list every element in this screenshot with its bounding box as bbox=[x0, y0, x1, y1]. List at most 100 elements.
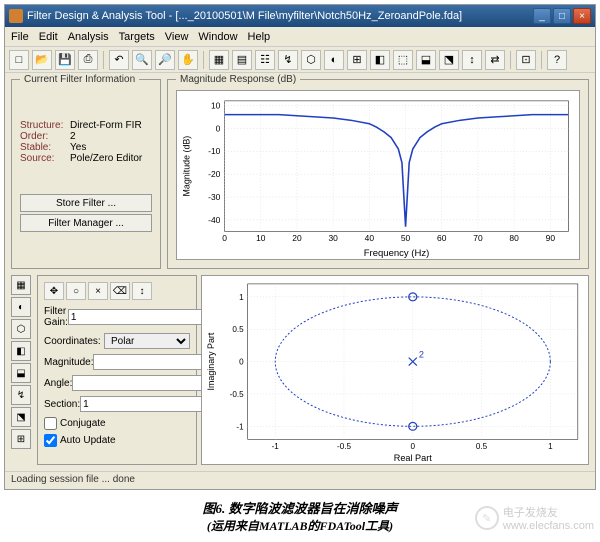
tool-icon[interactable]: ⬔ bbox=[439, 50, 459, 70]
pz-tool-icon[interactable]: × bbox=[88, 282, 108, 300]
tool-icon[interactable]: ⬡ bbox=[301, 50, 321, 70]
svg-text:20: 20 bbox=[292, 234, 302, 243]
pz-tool-icon[interactable]: ↕ bbox=[132, 282, 152, 300]
pz-tool-icon[interactable]: ✥ bbox=[44, 282, 64, 300]
sidebar-btn[interactable]: ⬓ bbox=[11, 363, 31, 383]
svg-text:0: 0 bbox=[411, 442, 416, 451]
svg-text:1: 1 bbox=[239, 293, 244, 302]
pan-icon[interactable]: ✋ bbox=[178, 50, 198, 70]
angle-input[interactable] bbox=[72, 375, 210, 391]
undo-icon[interactable]: ↶ bbox=[109, 50, 129, 70]
sidebar-btn[interactable]: ⬡ bbox=[11, 319, 31, 339]
tool-icon[interactable]: ◐ bbox=[324, 50, 344, 70]
svg-text:-40: -40 bbox=[208, 216, 221, 225]
coordinates-select[interactable]: Polar bbox=[104, 333, 190, 349]
sidebar-btn[interactable]: ◐ bbox=[11, 297, 31, 317]
svg-text:Real Part: Real Part bbox=[394, 453, 433, 463]
tool-icon[interactable]: ⬓ bbox=[416, 50, 436, 70]
svg-text:Imaginary Part: Imaginary Part bbox=[206, 332, 216, 390]
pz-tool-icon[interactable]: ⌫ bbox=[110, 282, 130, 300]
print-icon[interactable]: ⎙ bbox=[78, 50, 98, 70]
help-icon[interactable]: ? bbox=[547, 50, 567, 70]
panel-title: Magnitude Response (dB) bbox=[176, 74, 300, 85]
tool-icon[interactable]: ↯ bbox=[278, 50, 298, 70]
menu-file[interactable]: File bbox=[11, 31, 29, 43]
svg-text:0: 0 bbox=[216, 125, 221, 134]
sidebar-btn[interactable]: ◧ bbox=[11, 341, 31, 361]
sidebar-btn[interactable]: ▦ bbox=[11, 275, 31, 295]
tool-icon[interactable]: ◧ bbox=[370, 50, 390, 70]
pz-editor-panel: ✥ ○ × ⌫ ↕ Filter Gain: Coordinates: Pola… bbox=[37, 275, 197, 465]
svg-text:-1: -1 bbox=[236, 422, 244, 431]
titlebar: Filter Design & Analysis Tool - [..._201… bbox=[5, 5, 595, 27]
tool-icon[interactable]: ▤ bbox=[232, 50, 252, 70]
svg-text:-0.5: -0.5 bbox=[337, 442, 352, 451]
stable-label: Stable: bbox=[20, 142, 70, 153]
minimize-button[interactable]: _ bbox=[533, 8, 551, 24]
tool-icon[interactable]: ⬚ bbox=[393, 50, 413, 70]
svg-text:50: 50 bbox=[401, 234, 411, 243]
svg-text:1: 1 bbox=[548, 442, 553, 451]
svg-text:10: 10 bbox=[256, 234, 266, 243]
menubar: File Edit Analysis Targets View Window H… bbox=[5, 27, 595, 47]
maximize-button[interactable]: □ bbox=[553, 8, 571, 24]
svg-text:60: 60 bbox=[437, 234, 447, 243]
svg-text:10: 10 bbox=[211, 102, 221, 111]
pz-tool-icon[interactable]: ○ bbox=[66, 282, 86, 300]
structure-label: Structure: bbox=[20, 120, 70, 131]
auto-update-checkbox[interactable] bbox=[44, 434, 57, 447]
section-input[interactable] bbox=[80, 396, 218, 412]
svg-text:80: 80 bbox=[509, 234, 519, 243]
source-label: Source: bbox=[20, 153, 70, 164]
magnitude-panel: Magnitude Response (dB) 0102030405060708… bbox=[167, 79, 589, 269]
menu-help[interactable]: Help bbox=[248, 31, 271, 43]
sidebar-btn[interactable]: ⬔ bbox=[11, 407, 31, 427]
figure-caption: 图6. 数字陷波滤波器旨在消除噪声 (运用来自MATLAB的FDATool工具) bbox=[0, 498, 600, 534]
svg-text:Magnitude (dB): Magnitude (dB) bbox=[181, 136, 191, 197]
new-icon[interactable]: □ bbox=[9, 50, 29, 70]
menu-targets[interactable]: Targets bbox=[119, 31, 155, 43]
tool-icon[interactable]: ⊞ bbox=[347, 50, 367, 70]
tool-icon[interactable]: ▦ bbox=[209, 50, 229, 70]
angle-label: Angle: bbox=[44, 378, 72, 389]
open-icon[interactable]: 📂 bbox=[32, 50, 52, 70]
source-value: Pole/Zero Editor bbox=[70, 153, 152, 164]
svg-text:-20: -20 bbox=[208, 170, 221, 179]
filter-gain-input[interactable] bbox=[68, 309, 206, 325]
order-label: Order: bbox=[20, 131, 70, 142]
close-button[interactable]: × bbox=[573, 8, 591, 24]
filter-gain-label: Filter Gain: bbox=[44, 306, 68, 328]
menu-window[interactable]: Window bbox=[198, 31, 237, 43]
svg-text:0: 0 bbox=[222, 234, 227, 243]
sidebar-btn[interactable]: ⊞ bbox=[11, 429, 31, 449]
filter-info-panel: Current Filter Information Structure:Dir… bbox=[11, 79, 161, 269]
menu-view[interactable]: View bbox=[165, 31, 189, 43]
svg-text:0: 0 bbox=[239, 358, 244, 367]
toolbar: □ 📂 💾 ⎙ ↶ 🔍 🔎 ✋ ▦ ▤ ☷ ↯ ⬡ ◐ ⊞ ◧ ⬚ ⬓ ⬔ ↕ … bbox=[5, 47, 595, 73]
svg-text:2: 2 bbox=[419, 350, 424, 360]
tool-icon[interactable]: ↕ bbox=[462, 50, 482, 70]
tool-icon[interactable]: ⇄ bbox=[485, 50, 505, 70]
panel-title: Current Filter Information bbox=[20, 74, 139, 85]
order-value: 2 bbox=[70, 131, 152, 142]
zoom-out-icon[interactable]: 🔎 bbox=[155, 50, 175, 70]
app-icon bbox=[9, 9, 23, 23]
zoom-in-icon[interactable]: 🔍 bbox=[132, 50, 152, 70]
store-filter-button[interactable]: Store Filter ... bbox=[20, 194, 152, 212]
tool-icon[interactable]: ☷ bbox=[255, 50, 275, 70]
sidebar-btn[interactable]: ↯ bbox=[11, 385, 31, 405]
svg-text:40: 40 bbox=[365, 234, 375, 243]
svg-text:-1: -1 bbox=[272, 442, 280, 451]
tool-icon[interactable]: ⊡ bbox=[516, 50, 536, 70]
save-icon[interactable]: 💾 bbox=[55, 50, 75, 70]
svg-text:-0.5: -0.5 bbox=[230, 390, 245, 399]
menu-analysis[interactable]: Analysis bbox=[68, 31, 109, 43]
svg-text:70: 70 bbox=[473, 234, 483, 243]
status-bar: Loading session file ... done bbox=[5, 471, 595, 489]
conjugate-checkbox[interactable] bbox=[44, 417, 57, 430]
auto-update-label: Auto Update bbox=[60, 435, 116, 446]
filter-manager-button[interactable]: Filter Manager ... bbox=[20, 214, 152, 232]
magnitude-label: Magnitude: bbox=[44, 357, 93, 368]
magnitude-plot: 0102030405060708090-40-30-20-10010Freque… bbox=[176, 90, 580, 260]
menu-edit[interactable]: Edit bbox=[39, 31, 58, 43]
